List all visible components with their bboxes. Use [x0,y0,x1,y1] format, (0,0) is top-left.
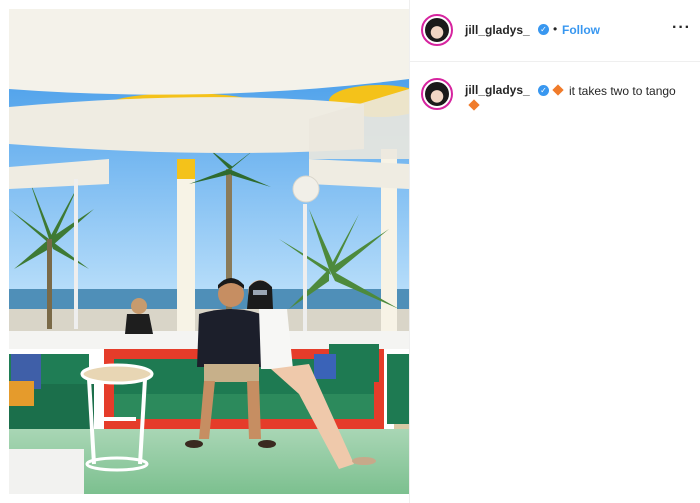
orange-diamond-icon [468,99,480,111]
post-photo[interactable] [9,9,409,494]
beach-cabana-photo [9,9,409,494]
verified-badge-icon: ✓ [538,85,549,96]
avatar[interactable] [421,14,453,46]
instagram-post: jill_gladys_ ✓ • Follow ··· jill_gladys_… [0,0,700,503]
avatar-image [425,82,449,106]
caption-avatar[interactable] [421,78,453,110]
caption-text: it takes two to tango [569,84,676,98]
separator-dot: • [553,22,558,36]
post-sidebar: jill_gladys_ ✓ • Follow ··· jill_gladys_… [409,0,700,503]
avatar-image [425,18,449,42]
more-options-icon[interactable]: ··· [672,19,691,37]
header-username[interactable]: jill_gladys_ [465,23,530,37]
verified-badge-icon: ✓ [538,24,549,35]
orange-diamond-icon [552,84,564,96]
follow-button[interactable]: Follow [562,23,600,37]
post-header: jill_gladys_ ✓ • Follow ··· [410,0,700,62]
caption-username[interactable]: jill_gladys_ [465,83,530,97]
